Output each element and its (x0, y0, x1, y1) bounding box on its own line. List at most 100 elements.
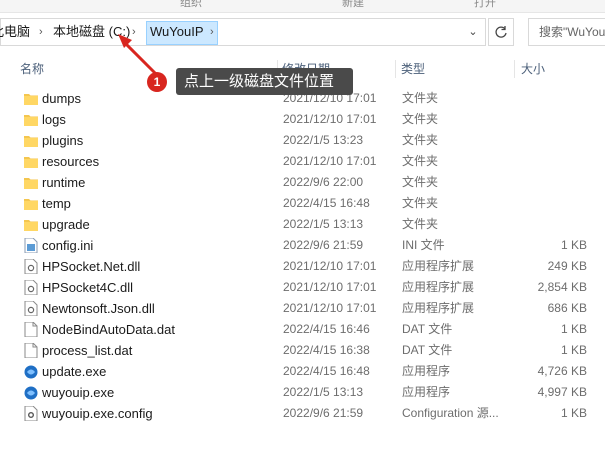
column-type[interactable]: 类型 (401, 56, 425, 82)
chevron-down-icon[interactable]: ⌄ (460, 19, 486, 45)
file-size: 1 KB (560, 238, 587, 252)
file-type: INI 文件 (402, 238, 445, 252)
folder-icon (24, 175, 38, 190)
file-name: Newtonsoft.Json.dll (42, 301, 155, 316)
file-type: 文件夹 (402, 91, 439, 105)
annotation-arrow (118, 34, 158, 76)
file-type: Configuration 源... (402, 406, 499, 420)
folder-icon (24, 196, 38, 211)
file-type: 应用程序扩展 (402, 280, 475, 294)
file-type: 应用程序扩展 (402, 259, 475, 273)
file-size: 2,854 KB (537, 280, 587, 294)
ini-file-icon (24, 237, 38, 254)
file-row[interactable]: temp 2022/4/15 16:48 文件夹 (0, 193, 605, 214)
folder-icon (24, 154, 38, 169)
file-type: DAT 文件 (402, 322, 453, 336)
refresh-button[interactable] (488, 18, 514, 46)
address-toolbar: 此电脑 › 本地磁盘 (C:) › WuYouIP › ⌄ 搜索"WuYou (0, 13, 605, 53)
search-placeholder: 搜索"WuYou (539, 25, 605, 39)
file-date: 2022/4/15 16:38 (283, 343, 370, 357)
file-name: HPSocket4C.dll (42, 280, 134, 295)
folder-icon (24, 91, 38, 106)
folder-icon (24, 217, 38, 232)
file-size: 249 KB (547, 259, 587, 273)
file-date: 2021/12/10 17:01 (283, 112, 377, 126)
file-row[interactable]: HPSocket4C.dll 2021/12/10 17:01 应用程序扩展 2,85… (0, 277, 605, 298)
file-icon (24, 321, 38, 338)
column-divider[interactable] (395, 60, 396, 78)
file-row[interactable]: runtime 2022/9/6 22:00 文件夹 (0, 172, 605, 193)
ribbon-new-label[interactable]: 新建 (342, 0, 364, 10)
annotation-text: 点上一级磁盘文件位置 (184, 73, 335, 90)
file-type: 文件夹 (402, 133, 439, 147)
file-name: runtime (42, 175, 86, 190)
file-row[interactable]: wuyouip.exe 2022/1/5 13:13 应用程序 4,997 KB (0, 382, 605, 403)
file-date: 2021/12/10 17:01 (283, 259, 377, 273)
ribbon-organize-label[interactable]: 组织 (180, 0, 202, 10)
folder-icon (24, 112, 38, 127)
annotation-callout: 点上一级磁盘文件位置 (176, 68, 353, 95)
file-date: 2022/4/15 16:46 (283, 322, 370, 336)
file-row[interactable]: wuyouip.exe.config 2022/9/6 21:59 Configur… (0, 403, 605, 424)
file-row[interactable]: NodeBindAutoData.dat 2022/4/15 16:46 DAT 文… (0, 319, 605, 340)
column-name[interactable]: 名称 (20, 56, 44, 82)
column-divider[interactable] (514, 60, 515, 78)
ribbon-open-label[interactable]: 打开 (474, 0, 496, 10)
file-row[interactable]: HPSocket.Net.dll 2021/12/10 17:01 应用程序扩展 24… (0, 256, 605, 277)
file-name: upgrade (42, 217, 90, 232)
file-name: plugins (42, 133, 84, 148)
exe-blue-icon (24, 364, 38, 379)
file-row[interactable]: upgrade 2022/1/5 13:13 文件夹 (0, 214, 605, 235)
file-row[interactable]: plugins 2022/1/5 13:23 文件夹 (0, 130, 605, 151)
dll-file-icon (24, 279, 38, 296)
file-type: 应用程序 (402, 385, 451, 399)
file-name: wuyouip.exe.config (42, 406, 153, 421)
file-type: 文件夹 (402, 196, 439, 210)
file-date: 2021/12/10 17:01 (283, 154, 377, 168)
file-name: HPSocket.Net.dll (42, 259, 141, 274)
file-date: 2022/4/15 16:48 (283, 196, 370, 210)
file-size: 4,726 KB (537, 364, 587, 378)
chevron-right-icon[interactable]: › (210, 19, 214, 45)
dll-file-icon (24, 300, 38, 317)
file-size: 4,997 KB (537, 385, 587, 399)
file-size: 1 KB (560, 322, 587, 336)
file-size: 686 KB (547, 301, 587, 315)
folder-icon (24, 133, 38, 148)
chevron-right-icon[interactable]: › (39, 19, 43, 45)
file-type: 应用程序扩展 (402, 301, 475, 315)
file-row[interactable]: Newtonsoft.Json.dll 2021/12/10 17:01 应用程序扩… (0, 298, 605, 319)
address-bar[interactable]: 此电脑 › 本地磁盘 (C:) › WuYouIP › ⌄ (0, 18, 486, 46)
file-type: DAT 文件 (402, 343, 453, 357)
file-row[interactable]: resources 2021/12/10 17:01 文件夹 (0, 151, 605, 172)
file-date: 2022/1/5 13:13 (283, 385, 364, 399)
file-date: 2022/1/5 13:13 (283, 217, 364, 231)
file-name: logs (42, 112, 66, 127)
file-name: update.exe (42, 364, 107, 379)
dll-file-icon (24, 258, 38, 275)
file-date: 2021/12/10 17:01 (283, 301, 377, 315)
file-type: 文件夹 (402, 112, 439, 126)
file-date: 2022/9/6 21:59 (283, 406, 364, 420)
file-date: 2022/4/15 16:48 (283, 364, 370, 378)
file-name: NodeBindAutoData.dat (42, 322, 175, 337)
file-name: resources (42, 154, 100, 169)
file-row[interactable]: process_list.dat 2022/4/15 16:38 DAT 文件 1 K… (0, 340, 605, 361)
file-type: 文件夹 (402, 217, 439, 231)
file-row[interactable]: logs 2021/12/10 17:01 文件夹 (0, 109, 605, 130)
file-date: 2022/1/5 13:23 (283, 133, 364, 147)
file-row[interactable]: config.ini 2022/9/6 21:59 INI 文件 1 KB (0, 235, 605, 256)
file-row[interactable]: update.exe 2022/4/15 16:48 应用程序 4,726 KB (0, 361, 605, 382)
breadcrumb-this-pc[interactable]: 此电脑 (0, 19, 30, 45)
file-name: wuyouip.exe (42, 385, 115, 400)
search-input[interactable]: 搜索"WuYou (528, 18, 605, 46)
file-type: 文件夹 (402, 175, 439, 189)
file-type: 应用程序 (402, 364, 451, 378)
file-type: 文件夹 (402, 154, 439, 168)
file-name: dumps (42, 91, 82, 106)
file-name: temp (42, 196, 71, 211)
file-date: 2022/9/6 22:00 (283, 175, 364, 189)
file-size: 1 KB (560, 406, 587, 420)
column-size[interactable]: 大小 (521, 56, 545, 82)
file-name: process_list.dat (42, 343, 133, 358)
